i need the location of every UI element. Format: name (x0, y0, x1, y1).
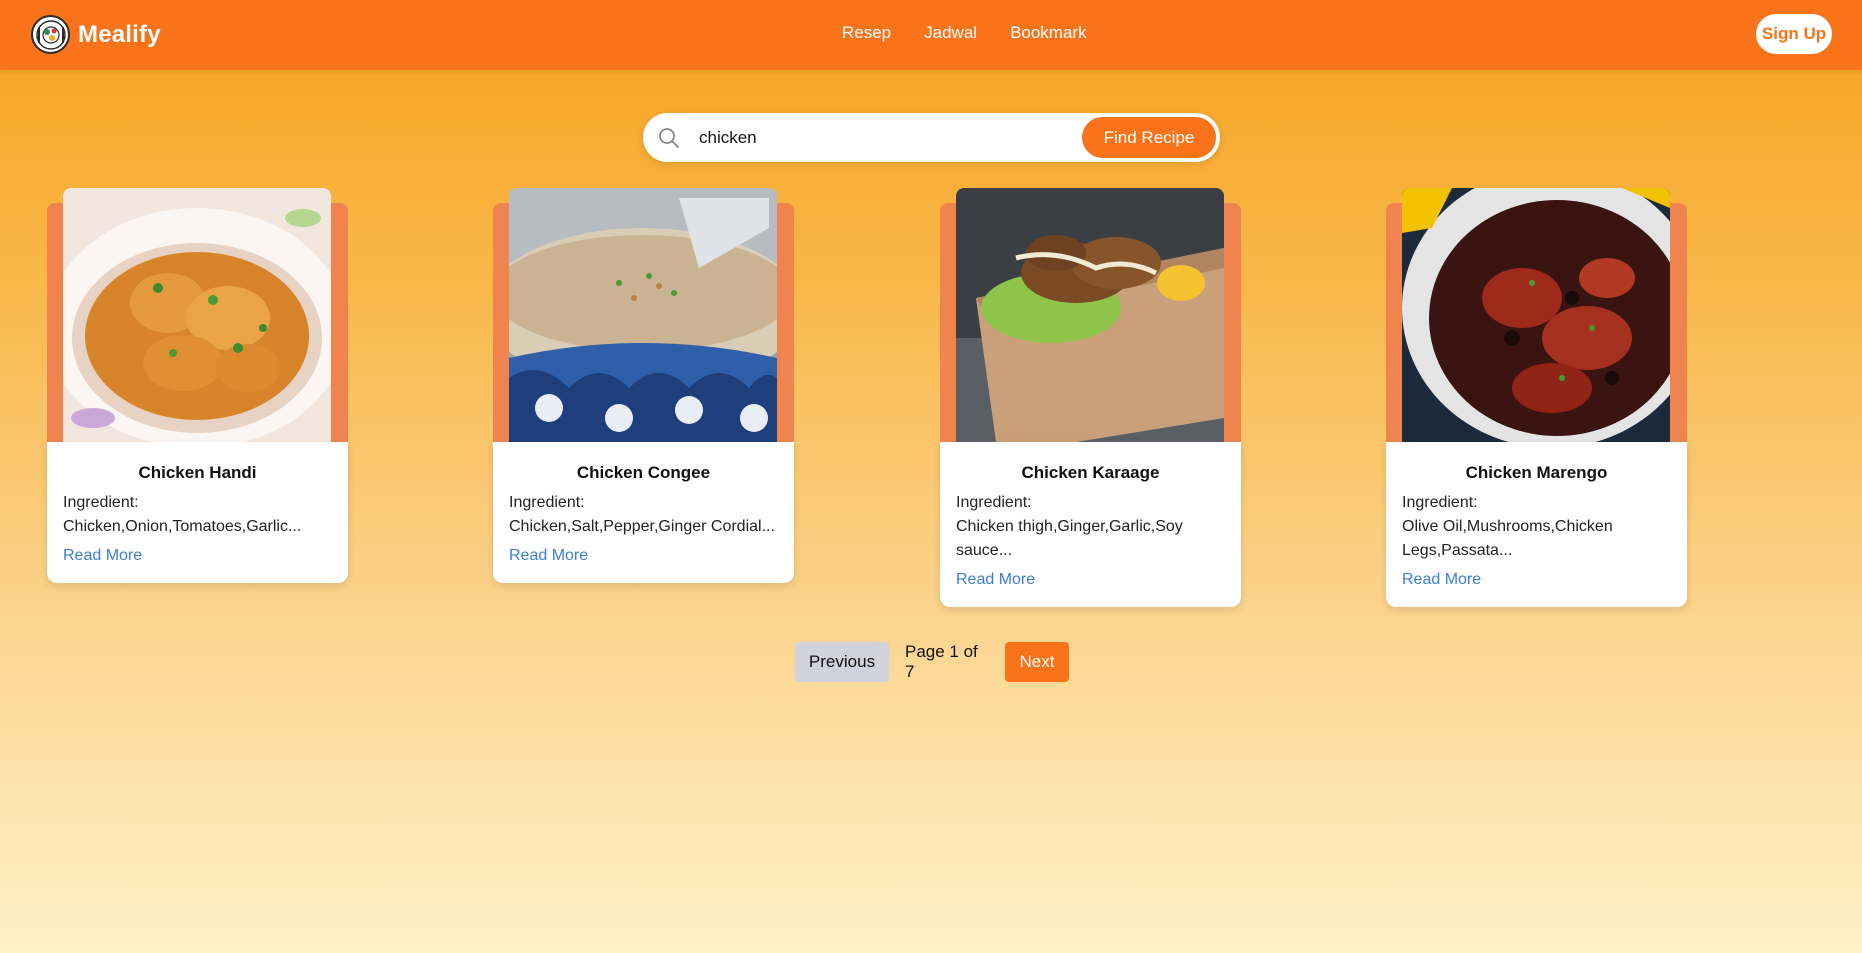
ingredient-list: Chicken thigh,Ginger,Garlic,Soy sauce... (956, 518, 1183, 559)
signup-button[interactable]: Sign Up (1756, 14, 1832, 54)
search-bar: Find Recipe (643, 113, 1220, 162)
card-body: Chicken Marengo Ingredient: Olive Oil,Mu… (1386, 442, 1687, 607)
previous-button[interactable]: Previous (795, 642, 889, 682)
search-input[interactable] (699, 123, 1019, 153)
card-body: Chicken Karaage Ingredient: Chicken thig… (940, 442, 1241, 607)
page-indicator: Page 1 of 7 (905, 642, 978, 681)
ingredient-label: Ingredient: (1402, 494, 1478, 511)
recipe-title: Chicken Karaage (1021, 463, 1160, 482)
brand-name: Mealify (78, 20, 161, 48)
recipe-image (1402, 188, 1670, 442)
ingredient-label: Ingredient: (63, 494, 139, 511)
read-more-link[interactable]: Read More (1402, 571, 1481, 589)
next-button[interactable]: Next (1005, 642, 1069, 682)
ingredient-list: Chicken,Salt,Pepper,Ginger Cordial... (509, 518, 775, 535)
recipe-image (509, 188, 777, 442)
nav-item-bookmark[interactable]: Bookmark (1010, 23, 1087, 43)
pagination: Previous Page 1 of 7 Next (795, 642, 1069, 682)
nav-item-resep[interactable]: Resep (842, 23, 891, 43)
ingredient-label: Ingredient: (956, 494, 1032, 511)
read-more-link[interactable]: Read More (956, 571, 1035, 589)
ingredient-list: Chicken,Onion,Tomatoes,Garlic... (63, 518, 302, 535)
recipe-image (63, 188, 331, 442)
main-nav: Resep Jadwal Bookmark (842, 23, 1087, 43)
brand[interactable]: Mealify (31, 15, 161, 54)
navbar: Mealify Resep Jadwal Bookmark Sign Up (0, 0, 1862, 70)
card-body: Chicken Congee Ingredient: Chicken,Salt,… (493, 442, 794, 583)
nav-item-jadwal[interactable]: Jadwal (924, 23, 977, 43)
search-icon (659, 128, 679, 148)
recipe-title: Chicken Marengo (1465, 463, 1608, 482)
read-more-link[interactable]: Read More (509, 547, 588, 565)
ingredient-label: Ingredient: (509, 494, 585, 511)
recipe-title: Chicken Congee (576, 463, 711, 482)
card-body: Chicken Handi Ingredient: Chicken,Onion,… (47, 442, 348, 583)
recipe-image (956, 188, 1224, 442)
recipe-title: Chicken Handi (138, 463, 257, 482)
ingredient-list: Olive Oil,Mushrooms,Chicken Legs,Passata… (1402, 518, 1613, 559)
find-recipe-button[interactable]: Find Recipe (1082, 117, 1216, 158)
read-more-link[interactable]: Read More (63, 547, 142, 565)
logo-icon (31, 15, 70, 54)
